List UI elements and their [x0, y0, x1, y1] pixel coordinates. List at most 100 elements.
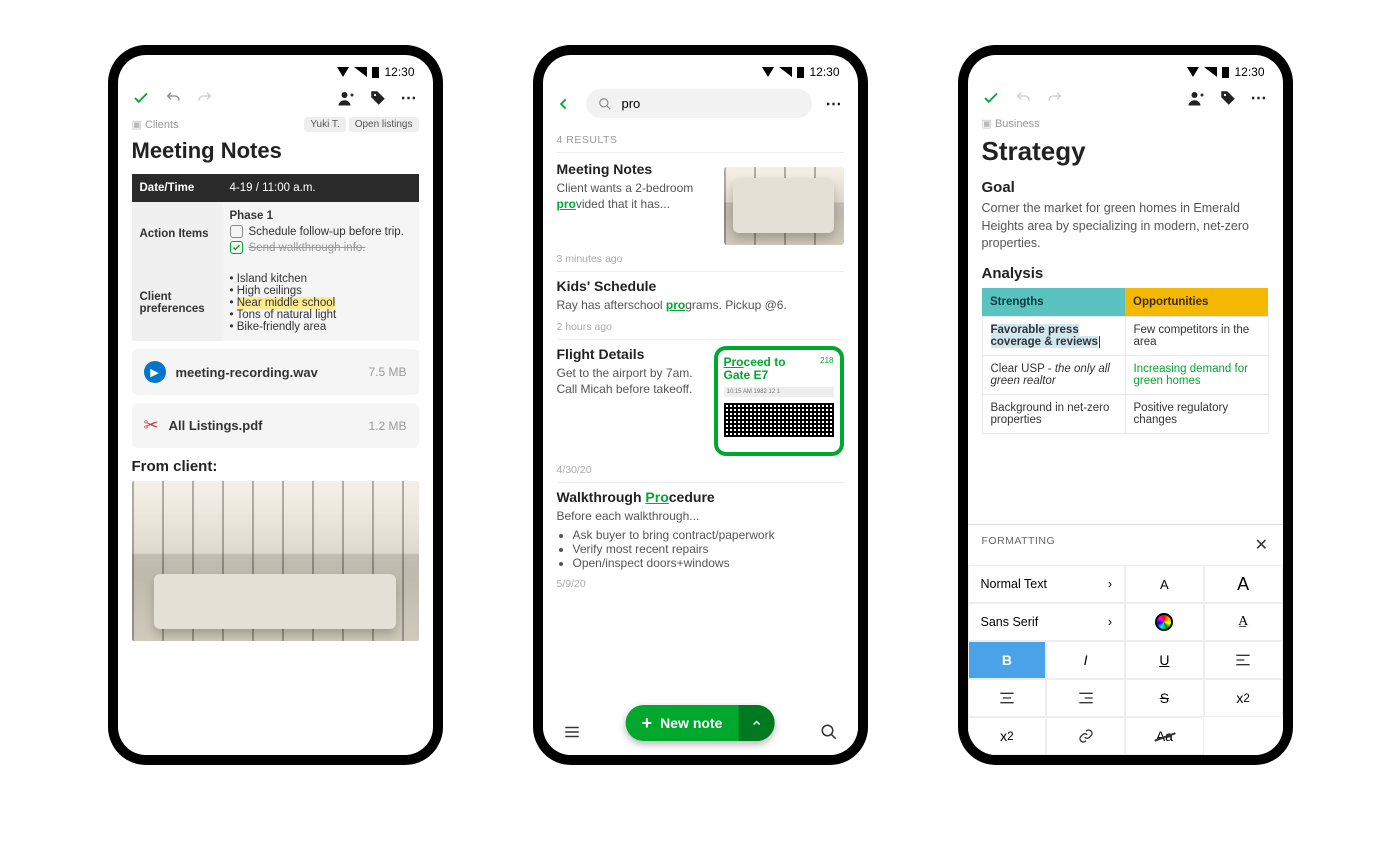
phase-label: Phase 1: [230, 210, 273, 222]
result-title: Meeting Notes: [557, 161, 714, 177]
phone-meeting-notes: 12:30 ⋯ ▣ Clients Yuki T. Open listings …: [108, 45, 443, 765]
more-icon[interactable]: ⋯: [826, 95, 844, 113]
cell-opportunity[interactable]: Few competitors in the area: [1125, 316, 1268, 355]
underline-button[interactable]: U: [1125, 641, 1204, 679]
checkbox-checked-icon[interactable]: [230, 241, 243, 254]
note-tags: Yuki T. Open listings: [304, 117, 418, 132]
goal-text[interactable]: Corner the market for green homes in Eme…: [982, 200, 1269, 253]
fab-expand-button[interactable]: [738, 705, 774, 741]
wifi-icon: [337, 67, 349, 77]
attachment-pdf[interactable]: ✂ All Listings.pdf 1.2 MB: [132, 403, 419, 448]
cell-strength[interactable]: Clear USP - the only all green realtor: [982, 355, 1125, 394]
note-title[interactable]: Strategy: [982, 136, 1269, 167]
menu-icon[interactable]: [563, 723, 581, 741]
result-timestamp: 3 minutes ago: [557, 253, 844, 272]
todo-item-done[interactable]: Send walkthrough info.: [230, 241, 411, 254]
notebook-crumb[interactable]: ▣ Clients: [132, 118, 179, 131]
td-prefs[interactable]: • Island kitchen • High ceilings • Near …: [222, 265, 419, 341]
panel-title: FORMATTING: [982, 535, 1056, 555]
results-count: 4 RESULTS: [557, 124, 844, 153]
text-color-button[interactable]: [1125, 603, 1204, 641]
bold-button[interactable]: B: [968, 641, 1047, 679]
attachment-size: 7.5 MB: [368, 365, 406, 379]
share-user-icon[interactable]: [1187, 89, 1205, 107]
td-action[interactable]: Phase 1 Schedule follow-up before trip. …: [222, 202, 419, 265]
share-user-icon[interactable]: [337, 89, 355, 107]
meeting-table[interactable]: Date/Time 4-19 / 11:00 a.m. Action Items…: [132, 174, 419, 341]
search-bar[interactable]: [586, 89, 812, 118]
result-timestamp: 5/9/20: [557, 578, 844, 596]
td-datetime[interactable]: 4-19 / 11:00 a.m.: [222, 174, 419, 202]
text-style-picker[interactable]: Normal Text›: [968, 565, 1126, 603]
align-right-button[interactable]: [1046, 679, 1125, 717]
pref-item: • High ceilings: [230, 285, 411, 297]
client-photo[interactable]: [132, 481, 419, 641]
swot-table[interactable]: Strengths Opportunities Favorable press …: [982, 288, 1269, 434]
search-result[interactable]: Meeting Notes Client wants a 2-bedroom p…: [557, 161, 844, 272]
cell-strength[interactable]: Background in net-zero properties: [982, 394, 1125, 433]
search-result[interactable]: Flight Details Get to the airport by 7am…: [557, 346, 844, 483]
attachment-audio[interactable]: ▶ meeting-recording.wav 7.5 MB: [132, 349, 419, 395]
result-thumbnail: [724, 167, 844, 245]
more-icon[interactable]: ⋯: [401, 89, 419, 107]
notebook-crumb[interactable]: ▣ Business: [982, 117, 1040, 130]
clear-format-button[interactable]: Aa: [1125, 717, 1204, 755]
status-bar: 12:30: [968, 55, 1283, 83]
new-note-fab[interactable]: + New note: [626, 705, 775, 741]
close-icon[interactable]: ✕: [1255, 535, 1269, 555]
strikethrough-button[interactable]: S: [1125, 679, 1204, 717]
search-result[interactable]: Walkthrough Procedure Before each walkth…: [557, 489, 844, 596]
signal-icon: [1204, 67, 1217, 77]
th-strengths: Strengths: [982, 288, 1125, 317]
subscript-button[interactable]: x2: [968, 717, 1047, 755]
wifi-icon: [1187, 67, 1199, 77]
done-check-icon[interactable]: [132, 89, 150, 107]
redo-icon[interactable]: [196, 89, 214, 107]
highlight-button[interactable]: A̲: [1204, 603, 1283, 641]
superscript-button[interactable]: x2: [1204, 679, 1283, 717]
italic-button[interactable]: I: [1046, 641, 1125, 679]
search-nav-icon[interactable]: [820, 723, 838, 741]
align-left-button[interactable]: [1204, 641, 1283, 679]
phone-strategy: 12:30 ⋯ ▣ Business Strategy Goal Corner …: [958, 45, 1293, 765]
th-action: Action Items: [132, 202, 222, 265]
align-center-button[interactable]: [968, 679, 1047, 717]
pref-item: • Tons of natural light: [230, 309, 411, 321]
todo-item[interactable]: Schedule follow-up before trip.: [230, 225, 411, 238]
search-input[interactable]: [620, 95, 800, 112]
checkbox-unchecked-icon[interactable]: [230, 225, 243, 238]
cell-opportunity[interactable]: Increasing demand for green homes: [1125, 355, 1268, 394]
battery-icon: [372, 67, 379, 78]
tag[interactable]: Yuki T.: [304, 117, 345, 132]
ticket-times: 10:15 AM 1982 12 1: [724, 387, 834, 397]
result-title: Kids' Schedule: [557, 278, 844, 294]
cell-opportunity[interactable]: Positive regulatory changes: [1125, 394, 1268, 433]
undo-icon[interactable]: [164, 89, 182, 107]
th-prefs: Client preferences: [132, 265, 222, 341]
tag-add-icon[interactable]: [369, 89, 387, 107]
undo-icon[interactable]: [1014, 89, 1032, 107]
font-family-picker[interactable]: Sans Serif›: [968, 603, 1126, 641]
attachment-size: 1.2 MB: [368, 419, 406, 433]
font-size-small-button[interactable]: A: [1125, 565, 1204, 603]
more-icon[interactable]: ⋯: [1251, 89, 1269, 107]
editor-toolbar: ⋯: [118, 83, 433, 113]
note-title[interactable]: Meeting Notes: [132, 138, 419, 164]
status-bar: 12:30: [118, 55, 433, 83]
qr-code-icon: [724, 403, 834, 437]
pdf-icon: ✂: [144, 415, 159, 436]
th-opportunities: Opportunities: [1125, 288, 1268, 317]
tag[interactable]: Open listings: [349, 117, 419, 132]
redo-icon[interactable]: [1046, 89, 1064, 107]
tag-add-icon[interactable]: [1219, 89, 1237, 107]
font-size-large-button[interactable]: A: [1204, 565, 1283, 603]
play-icon[interactable]: ▶: [144, 361, 166, 383]
attachment-name: All Listings.pdf: [169, 418, 263, 433]
search-result[interactable]: Kids' Schedule Ray has afterschool progr…: [557, 278, 844, 340]
done-check-icon[interactable]: [982, 89, 1000, 107]
chevron-right-icon: ›: [1108, 577, 1112, 591]
back-icon[interactable]: [557, 95, 572, 113]
link-button[interactable]: [1046, 717, 1125, 755]
search-toolbar: ⋯: [543, 83, 858, 124]
cell-strength[interactable]: Favorable press coverage & reviews: [982, 316, 1125, 355]
